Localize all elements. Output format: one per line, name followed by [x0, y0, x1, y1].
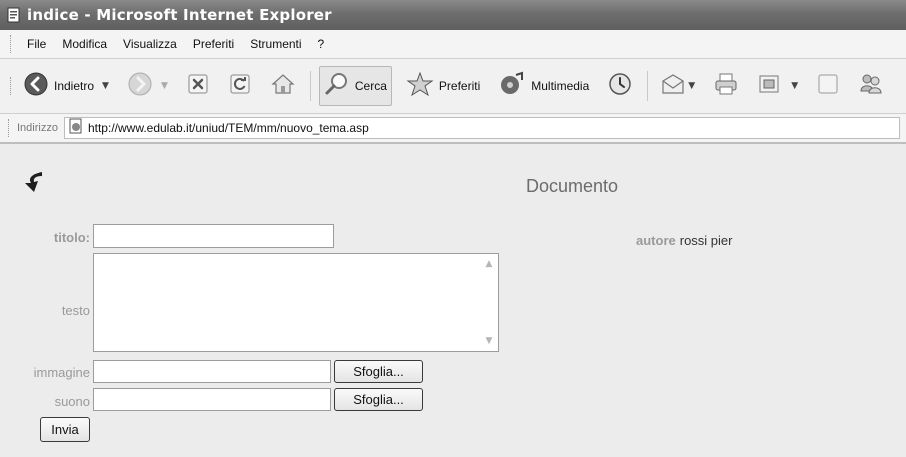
address-label: Indirizzo — [17, 122, 58, 134]
submit-button[interactable]: Invia — [40, 417, 90, 442]
text-area-scrollbar[interactable]: ▲ ▼ — [481, 255, 497, 350]
image-browse-button[interactable]: Sfoglia... — [334, 360, 423, 383]
mail-icon — [660, 71, 686, 101]
media-button[interactable]: Multimedia — [494, 66, 593, 106]
text-label: testo — [61, 303, 90, 318]
back-button[interactable]: Indietro ▼ — [19, 66, 113, 106]
refresh-icon — [228, 72, 252, 100]
address-bar: Indirizzo http://www.edulab.it/uniud/TEM… — [0, 114, 906, 144]
image-label: immagine — [33, 365, 90, 380]
sound-label: suono — [54, 394, 90, 409]
menu-grip — [10, 35, 13, 53]
toolbar-grip — [10, 77, 13, 95]
scroll-down-icon[interactable]: ▼ — [484, 336, 494, 346]
page-content: Documento autore rossi pier titolo: testo… — [0, 146, 906, 457]
title-field[interactable] — [93, 224, 334, 248]
text-area[interactable]: ▲ ▼ — [93, 253, 499, 352]
return-arrow-icon[interactable] — [22, 168, 48, 198]
back-dropdown-icon[interactable]: ▼ — [102, 81, 109, 91]
home-icon — [270, 71, 296, 101]
messenger-icon — [858, 71, 884, 101]
favorites-button[interactable]: Preferiti — [402, 66, 484, 106]
menu-preferiti[interactable]: Preferiti — [185, 37, 242, 51]
print-button[interactable] — [709, 66, 743, 106]
address-url: http://www.edulab.it/uniud/TEM/mm/nuovo_… — [87, 121, 369, 135]
home-button[interactable] — [266, 66, 300, 106]
menu-modifica[interactable]: Modifica — [54, 37, 115, 51]
address-grip — [8, 119, 11, 137]
refresh-button[interactable] — [224, 66, 256, 106]
scroll-up-icon[interactable]: ▲ — [484, 259, 494, 269]
edit-button[interactable]: ▼ — [753, 66, 802, 106]
forward-dropdown-icon[interactable]: ▼ — [161, 81, 168, 91]
search-button[interactable]: Cerca — [318, 66, 392, 106]
toolbar-separator — [309, 71, 311, 101]
title-bar: indice - Microsoft Internet Explorer — [0, 0, 906, 30]
search-icon — [324, 71, 350, 101]
menu-strumenti[interactable]: Strumenti — [242, 37, 309, 51]
stop-icon — [186, 72, 210, 100]
history-button[interactable] — [603, 66, 637, 106]
browser-window: indice - Microsoft Internet Explorer Fil… — [0, 0, 906, 457]
mail-button[interactable]: ▼ — [656, 66, 699, 106]
menu-bar: File Modifica Visualizza Preferiti Strum… — [0, 30, 906, 59]
edit-icon — [757, 72, 781, 100]
favorites-star-icon — [406, 71, 434, 101]
author-info: autore rossi pier — [636, 233, 732, 248]
sound-file-field[interactable] — [93, 388, 331, 411]
media-icon — [498, 71, 526, 101]
image-file-field[interactable] — [93, 360, 331, 383]
print-icon — [713, 71, 739, 101]
author-value: rossi pier — [679, 233, 733, 248]
discuss-icon — [816, 72, 840, 100]
window-title: indice - Microsoft Internet Explorer — [27, 6, 332, 24]
menu-help[interactable]: ? — [310, 37, 333, 51]
menu-file[interactable]: File — [19, 37, 54, 51]
page-heading: Documento — [526, 176, 619, 196]
back-label: Indietro — [54, 79, 95, 93]
messenger-button[interactable] — [854, 66, 888, 106]
menu-visualizza[interactable]: Visualizza — [115, 37, 185, 51]
mail-dropdown-icon[interactable]: ▼ — [688, 81, 695, 91]
edit-dropdown-icon[interactable]: ▼ — [791, 81, 798, 91]
title-label: titolo: — [53, 230, 90, 245]
back-arrow-icon — [23, 71, 49, 101]
page-favicon-icon — [68, 118, 84, 138]
discuss-button[interactable] — [812, 66, 844, 106]
author-label: autore — [636, 233, 676, 248]
history-icon — [607, 71, 633, 101]
address-input[interactable]: http://www.edulab.it/uniud/TEM/mm/nuovo_… — [63, 117, 900, 139]
favorites-label: Preferiti — [438, 79, 481, 93]
media-label: Multimedia — [531, 79, 590, 93]
sound-browse-button[interactable]: Sfoglia... — [334, 388, 423, 411]
toolbar-separator-2 — [647, 71, 649, 101]
search-label: Cerca — [354, 79, 387, 93]
forward-arrow-icon — [127, 71, 153, 101]
forward-button[interactable]: ▼ — [123, 66, 172, 106]
toolbar: Indietro ▼ ▼ Cerca Preferiti Multimedia … — [0, 59, 906, 114]
stop-button[interactable] — [182, 66, 214, 106]
ie-page-icon — [6, 7, 22, 23]
